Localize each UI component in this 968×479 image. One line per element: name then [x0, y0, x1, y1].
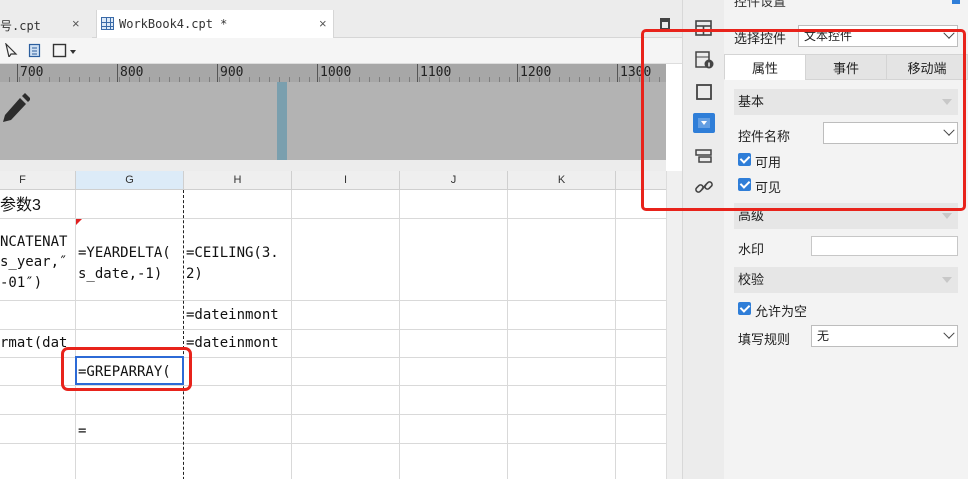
ruler-label: 1100 — [420, 65, 452, 80]
watermark-label: 水印 — [738, 242, 765, 257]
pointer-tool-icon[interactable] — [4, 43, 18, 57]
column-header-j[interactable]: J — [400, 171, 508, 190]
grid-line — [75, 190, 76, 479]
panel-title: 控件设置 — [734, 0, 787, 9]
grid-line — [615, 190, 616, 479]
ruler-label: 800 — [120, 65, 144, 80]
column-header-f[interactable]: F — [0, 171, 76, 190]
parameter-canvas[interactable] — [0, 82, 666, 160]
cell-h-ceiling-line2[interactable]: 2) — [186, 263, 203, 285]
chevron-down-icon — [943, 327, 955, 339]
cell-g-equals[interactable]: = — [78, 420, 86, 442]
column-header-h[interactable]: H — [184, 171, 292, 190]
border-dropdown-icon[interactable] — [52, 43, 78, 59]
cell-f-format[interactable]: rmat(dat — [0, 332, 67, 354]
collapse-icon — [942, 213, 952, 219]
canvas-sheet-divider — [0, 160, 666, 171]
cell-f-concatenate-line1[interactable]: NCATENAT — [0, 231, 67, 253]
ruler-label: 1200 — [520, 65, 552, 80]
panel-pin-icon[interactable] — [952, 0, 960, 4]
document-tab-bar: 号.cpt × WorkBook4.cpt * × — [0, 0, 682, 38]
cell-g-yeardelta-line1[interactable]: =YEARDELTA( — [78, 242, 171, 264]
ruler-label: 700 — [20, 65, 44, 80]
cell-f-concatenate-line3[interactable]: -01″) — [0, 272, 42, 294]
horizontal-ruler: 700 800 900 1000 1100 1200 1300 — [0, 64, 666, 82]
grid-line — [0, 443, 666, 444]
page-break-line — [183, 190, 184, 479]
vertical-scrollbar[interactable] — [666, 171, 682, 479]
grid-line — [291, 190, 292, 479]
canvas-split-handle[interactable] — [277, 82, 287, 160]
fill-rule-value: 无 — [817, 329, 830, 343]
cell-f-concatenate-line2[interactable]: s_year,″ — [0, 251, 67, 273]
column-header-i[interactable]: I — [292, 171, 400, 190]
ruler-tick — [217, 64, 218, 82]
ruler-tick — [517, 64, 518, 82]
allow-empty-label: 允许为空 — [755, 304, 808, 319]
form-widget-icon[interactable] — [28, 43, 42, 58]
cell-g-yeardelta-line2[interactable]: s_date,-1) — [78, 263, 162, 285]
ruler-tick — [417, 64, 418, 82]
ruler-label: 900 — [220, 65, 244, 80]
close-tab-icon[interactable]: × — [72, 16, 80, 31]
grid-line — [399, 190, 400, 479]
highlight-annotation-cell — [61, 347, 192, 391]
toolbar — [0, 38, 682, 64]
grid-line — [0, 300, 666, 301]
ruler-label: 1000 — [320, 65, 352, 80]
grid-line — [0, 218, 666, 219]
allow-empty-checkbox[interactable] — [738, 302, 751, 315]
pencil-edit-icon[interactable] — [0, 92, 30, 126]
collapse-icon — [942, 277, 952, 283]
section-validation-label: 校验 — [738, 272, 765, 287]
close-tab-icon[interactable]: × — [319, 16, 327, 31]
cell-comment-marker — [76, 219, 82, 225]
tab-label: 号.cpt — [0, 19, 41, 33]
cell-h-dateinmonth-2[interactable]: =dateinmont — [186, 332, 279, 354]
grid-line — [507, 190, 508, 479]
tab-document-workbook4[interactable]: WorkBook4.cpt * × — [96, 10, 334, 38]
ruler-tick — [117, 64, 118, 82]
tab-document-1[interactable]: 号.cpt × — [0, 10, 92, 38]
grid-line — [0, 414, 666, 415]
section-validation[interactable]: 校验 — [734, 267, 958, 293]
ruler-tick — [317, 64, 318, 82]
ruler-tick — [17, 64, 18, 82]
watermark-input[interactable] — [811, 236, 958, 256]
column-header-g[interactable]: G — [76, 171, 184, 190]
cell-f-param3[interactable]: 参数3 — [0, 195, 41, 217]
highlight-annotation-panel — [641, 29, 966, 211]
report-sheet-grid[interactable]: F G H I J K 参数3 NCATENAT s_year,″ -01″) … — [0, 171, 666, 479]
workbook-file-icon — [101, 17, 114, 30]
fill-rule-label: 填写规则 — [738, 332, 791, 347]
fill-rule-select[interactable]: 无 — [811, 325, 958, 347]
column-header-k[interactable]: K — [508, 171, 616, 190]
tab-label: WorkBook4.cpt * — [119, 17, 228, 31]
ruler-tick — [617, 64, 618, 82]
cell-h-dateinmonth-1[interactable]: =dateinmont — [186, 304, 279, 326]
cell-h-ceiling-line1[interactable]: =CEILING(3. — [186, 242, 279, 264]
grid-line — [0, 329, 666, 330]
